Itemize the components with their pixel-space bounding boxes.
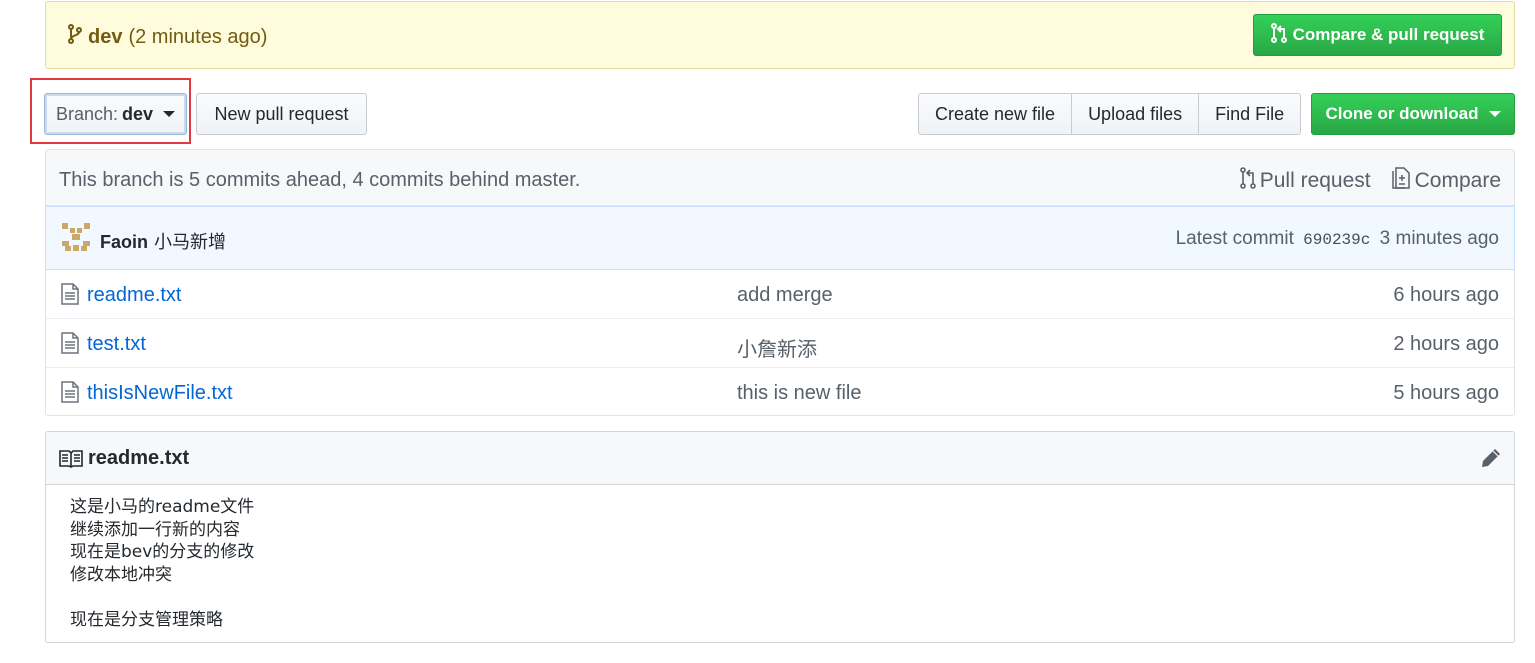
recent-branch-name[interactable]: dev <box>88 26 122 49</box>
pull-request-link-label: Pull request <box>1259 169 1371 192</box>
branch-selector-button[interactable]: Branch: dev <box>44 93 187 135</box>
latest-commit-label: Latest commit <box>1175 228 1294 249</box>
commit-author-line: Faoin 小马新增 <box>100 228 226 254</box>
file-row: test.txt 小詹新添 2 hours ago <box>46 318 1514 367</box>
avatar[interactable] <box>62 223 90 251</box>
readme-line: 这是小马的readme文件 <box>70 497 255 517</box>
commit-age: 3 minutes ago <box>1379 228 1499 249</box>
current-branch-name: dev <box>122 103 154 124</box>
commit-sha[interactable]: 690239c <box>1303 231 1370 249</box>
compare-pull-request-label: Compare & pull request <box>1292 25 1485 44</box>
pull-request-link[interactable]: Pull request <box>1239 167 1371 195</box>
caret-down-icon <box>1488 111 1501 117</box>
file-actions-group: Create new file Upload files Find File <box>918 93 1302 135</box>
branch-status-bar: This branch is 5 commits ahead, 4 commit… <box>45 149 1515 206</box>
create-new-file-button[interactable]: Create new file <box>918 93 1073 135</box>
recent-branch-info: dev (2 minutes ago) <box>68 24 267 50</box>
latest-commit-info: Latest commit 690239c 3 minutes ago <box>1176 228 1499 250</box>
pencil-icon[interactable] <box>1480 447 1502 474</box>
readme-line <box>70 586 1490 609</box>
branch-prefix: Branch: <box>55 103 118 124</box>
file-name-link[interactable]: test.txt <box>87 333 146 356</box>
latest-commit-bar: Faoin 小马新增 Latest commit 690239c 3 minute… <box>45 206 1515 270</box>
compare-link-label: Compare <box>1414 169 1501 192</box>
compare-pull-request-button[interactable]: Compare & pull request <box>1253 14 1502 56</box>
file-list: readme.txt add merge 6 hours ago test.tx… <box>45 270 1515 416</box>
book-icon <box>59 450 83 473</box>
file-age: 6 hours ago <box>1393 284 1499 306</box>
git-branch-icon <box>68 24 82 50</box>
file-age: 5 hours ago <box>1393 382 1499 404</box>
diff-icon <box>1391 167 1411 195</box>
file-commit-message[interactable]: 小詹新添 <box>737 333 817 362</box>
readme-panel: readme.txt 这是小马的readme文件 继续添加一行新的内容 现在是bev… <box>45 431 1515 643</box>
recent-branch-time: (2 minutes ago) <box>128 25 268 48</box>
readme-title: readme.txt <box>88 447 190 469</box>
file-name-link[interactable]: readme.txt <box>87 284 181 307</box>
readme-header: readme.txt <box>46 432 1514 485</box>
new-pull-request-button[interactable]: New pull request <box>196 93 367 135</box>
caret-down-icon <box>163 111 176 117</box>
find-file-button[interactable]: Find File <box>1198 93 1302 135</box>
pull-request-icon <box>1239 167 1256 195</box>
file-commit-message[interactable]: this is new file <box>737 382 862 405</box>
file-row: thisIsNewFile.txt this is new file 5 hou… <box>46 367 1514 416</box>
recent-push-banner: dev (2 minutes ago) Compare & pull reque… <box>45 1 1515 69</box>
file-icon <box>61 381 79 408</box>
file-age: 2 hours ago <box>1393 333 1499 355</box>
file-row: readme.txt add merge 6 hours ago <box>46 270 1514 318</box>
file-icon <box>61 283 79 310</box>
readme-content: 这是小马的readme文件 继续添加一行新的内容 现在是bev的分支的修改 修改本地冲… <box>46 485 1514 642</box>
branch-status-message: This branch is 5 commits ahead, 4 commit… <box>59 169 581 191</box>
commit-author[interactable]: Faoin <box>100 232 148 252</box>
compare-link[interactable]: Compare <box>1391 167 1501 195</box>
pull-request-icon <box>1270 22 1287 48</box>
clone-or-download-button[interactable]: Clone or download <box>1311 93 1515 135</box>
readme-line: 现在是分支管理策略 <box>70 609 223 630</box>
readme-line: 修改本地冲突 <box>70 564 172 585</box>
file-name-link[interactable]: thisIsNewFile.txt <box>87 382 233 405</box>
file-icon <box>61 332 79 359</box>
file-commit-message[interactable]: add merge <box>737 284 833 307</box>
upload-files-button[interactable]: Upload files <box>1071 93 1200 135</box>
commit-message[interactable]: 小马新增 <box>154 232 226 252</box>
clone-label: Clone or download <box>1325 104 1479 123</box>
readme-line: 现在是bev的分支的修改 <box>70 542 255 562</box>
readme-line: 继续添加一行新的内容 <box>70 519 240 540</box>
